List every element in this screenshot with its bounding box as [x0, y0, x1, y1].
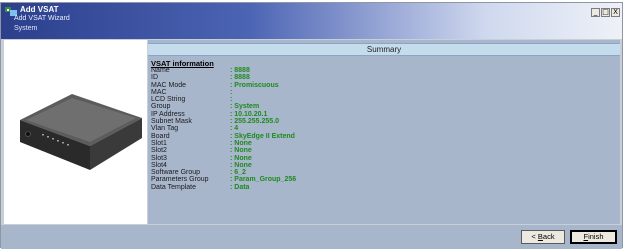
add-vsat-window: Add VSAT Add VSAT Wizard System _ □ X Su…: [0, 2, 623, 249]
info-value: : 8888: [230, 67, 250, 74]
info-label: Software Group: [151, 169, 201, 177]
info-value: : None: [230, 154, 252, 162]
wizard-button-bar: < Back Finish: [1, 225, 622, 249]
info-value: : 4: [230, 125, 239, 133]
finish-label: inish: [588, 232, 604, 241]
info-label: Slot4: [151, 161, 167, 169]
window-controls: _ □ X: [591, 8, 620, 17]
info-value: : Data: [230, 183, 250, 191]
info-value: : 10.10.20.1: [230, 110, 268, 118]
info-label: Slot3: [151, 154, 167, 162]
info-value: : 6_2: [230, 169, 246, 177]
info-label: Board: [151, 132, 170, 140]
info-label: Subnet Mask: [151, 118, 192, 126]
info-label: Group: [151, 103, 171, 111]
summary-header: Summary: [148, 43, 620, 56]
info-label: MAC Mode: [151, 81, 187, 89]
vsat-modem-icon: [20, 94, 142, 170]
info-value: : Promiscuous: [230, 81, 279, 89]
maximize-button[interactable]: □: [601, 8, 610, 17]
info-label: Vlan Tag: [151, 125, 179, 133]
device-image-panel: [4, 40, 147, 224]
close-button[interactable]: X: [611, 8, 620, 17]
title-bar: Add VSAT Add VSAT Wizard System _ □ X: [1, 3, 622, 39]
info-value: : 255.255.255.0: [230, 118, 280, 126]
back-button[interactable]: < Back: [521, 230, 565, 244]
info-value: : None: [230, 147, 252, 155]
info-value: :: [230, 88, 233, 96]
info-label: Slot1: [151, 139, 167, 147]
info-label: Name: [151, 67, 170, 74]
info-label: Data Template: [151, 183, 197, 191]
info-value: : SkyEdge II Extend: [230, 132, 295, 140]
info-label: Parameters Group: [151, 176, 209, 184]
info-value: : None: [230, 139, 252, 147]
info-label: IP Address: [151, 110, 185, 118]
summary-panel: Summary VSAT information Name: 8888 ID: …: [148, 40, 620, 224]
info-label: ID: [151, 74, 158, 82]
finish-button[interactable]: Finish: [570, 230, 617, 244]
wizard-subtitle: Add VSAT Wizard: [14, 15, 70, 22]
info-value: :: [230, 96, 233, 104]
info-value: : 8888: [230, 74, 250, 82]
info-label: Slot2: [151, 147, 167, 155]
back-label: ack: [542, 232, 555, 241]
breadcrumb: System: [14, 25, 38, 32]
info-label: MAC: [151, 88, 167, 96]
info-value: : System: [230, 103, 260, 111]
minimize-button[interactable]: _: [591, 8, 600, 17]
info-value: : Param_Group_256: [230, 176, 297, 184]
info-label: LCD String: [151, 96, 186, 104]
info-value: : None: [230, 161, 252, 169]
